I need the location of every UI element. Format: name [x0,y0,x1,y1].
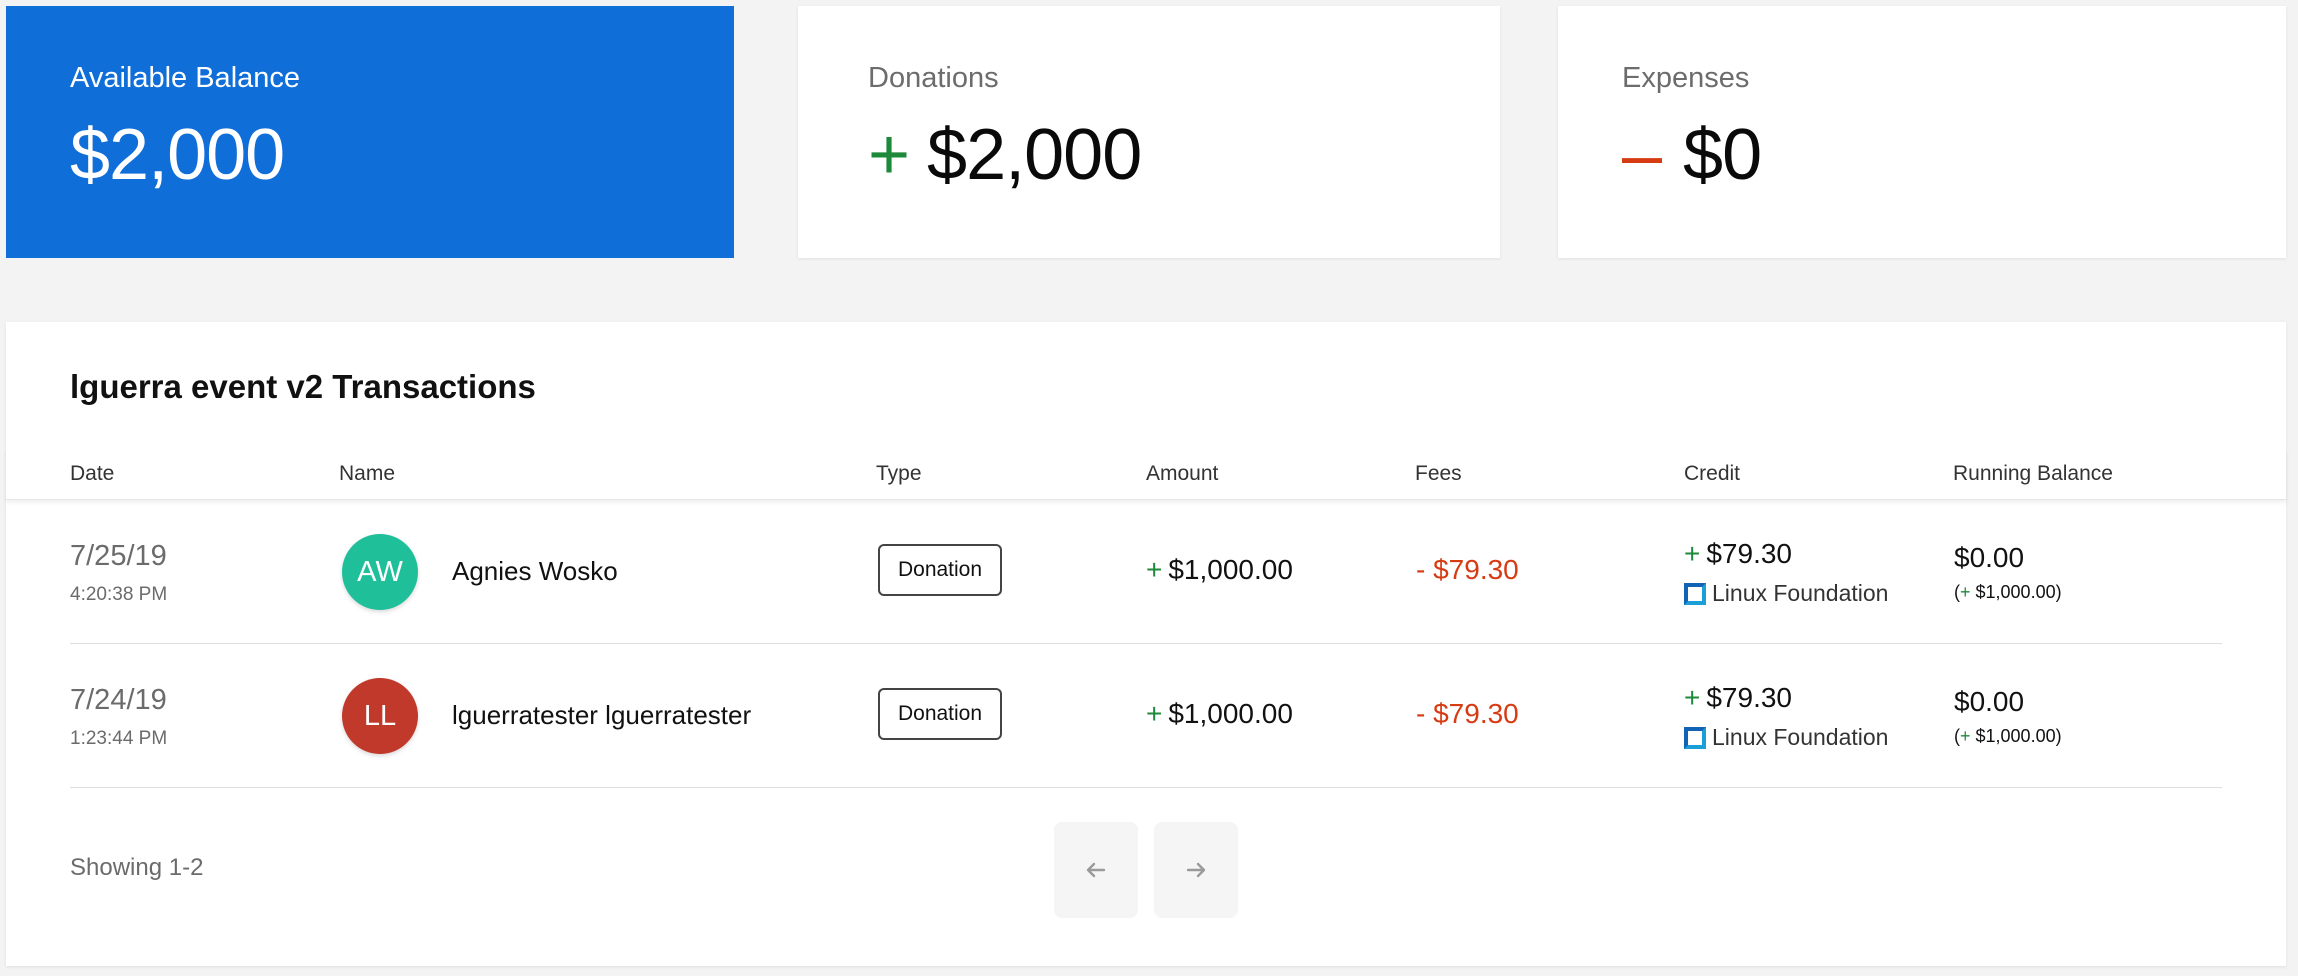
minus-icon: – [1622,115,1662,195]
plus-icon: + [1684,538,1701,569]
column-running-balance[interactable]: Running Balance [1953,462,2113,486]
donor-name[interactable]: Agnies Wosko [452,556,618,587]
next-page-button[interactable] [1154,822,1238,918]
type-badge: Donation [878,688,1002,740]
fees-value: - $79.30 [1416,698,1519,729]
table-row[interactable]: 7/25/19 4:20:38 PM AW Agnies Wosko Donat… [70,500,2222,644]
column-credit[interactable]: Credit [1684,462,1740,486]
donations-card: Donations + $2,000 [798,6,1500,258]
avatar: AW [342,534,418,610]
credit-org-name: Linux Foundation [1712,580,1889,606]
plus-icon: + [1684,682,1701,713]
plus-icon: + [1146,554,1163,585]
credit-cell: + $79.30 [1684,538,1792,570]
available-balance-value: $2,000 [70,115,285,195]
row-date: 7/25/19 [70,540,167,572]
credit-value: $79.30 [1706,682,1792,713]
table-row[interactable]: 7/24/19 1:23:44 PM LL lguerratester lgue… [70,644,2222,788]
donor-name[interactable]: lguerratester lguerratester [452,700,751,731]
plus-icon: + [868,115,910,195]
credit-org: Linux Foundation [1684,580,1888,607]
row-time: 1:23:44 PM [70,728,168,749]
row-time: 4:20:38 PM [70,584,168,605]
running-balance-delta: (+ $1,000.00) [1954,582,2062,603]
running-balance-value: $0.00 [1954,686,2025,717]
plus-icon: + [1960,582,1971,602]
donations-label: Donations [868,62,999,94]
expenses-value-wrap: – $0 [1622,114,1762,196]
donations-value: $2,000 [927,115,1142,195]
running-delta-value: $1,000.00) [1970,726,2062,746]
previous-page-button[interactable] [1054,822,1138,918]
transactions-panel: lguerra event v2 Transactions Date Name … [6,322,2286,966]
summary-cards: Available Balance $2,000 Donations + $2,0… [6,6,2286,258]
fees-value: - $79.30 [1416,554,1519,585]
column-amount[interactable]: Amount [1146,462,1218,486]
plus-icon: + [1960,726,1971,746]
row-date: 7/24/19 [70,684,167,716]
expenses-label: Expenses [1622,62,1750,94]
plus-icon: + [1146,698,1163,729]
pagination-status: Showing 1-2 [70,854,204,881]
donations-value-wrap: + $2,000 [868,114,1142,196]
column-name[interactable]: Name [339,462,395,486]
credit-org: Linux Foundation [1684,724,1888,751]
amount-cell: + $1,000.00 [1146,698,1293,730]
running-balance-delta: (+ $1,000.00) [1954,726,2062,747]
credit-org-name: Linux Foundation [1712,724,1889,750]
expenses-card: Expenses – $0 [1558,6,2286,258]
column-date[interactable]: Date [70,462,114,486]
arrow-right-icon [1186,862,1206,878]
running-balance-value: $0.00 [1954,542,2025,573]
table-header: Date Name Type Amount Fees Credit Runnin… [6,448,2286,500]
credit-value: $79.30 [1706,538,1792,569]
avatar: LL [342,678,418,754]
credit-cell: + $79.30 [1684,682,1792,714]
type-badge: Donation [878,544,1002,596]
amount-value: $1,000.00 [1168,698,1293,729]
available-balance-label: Available Balance [70,62,301,94]
amount-value: $1,000.00 [1168,554,1293,585]
linux-foundation-logo-icon [1684,582,1706,605]
transactions-title: lguerra event v2 Transactions [70,368,536,405]
column-fees[interactable]: Fees [1415,462,1462,486]
arrow-left-icon [1086,862,1106,878]
expenses-value: $0 [1683,115,1762,195]
available-balance-card: Available Balance $2,000 [6,6,734,258]
running-delta-value: $1,000.00) [1970,582,2062,602]
linux-foundation-logo-icon [1684,726,1706,749]
column-type[interactable]: Type [876,462,922,486]
amount-cell: + $1,000.00 [1146,554,1293,586]
